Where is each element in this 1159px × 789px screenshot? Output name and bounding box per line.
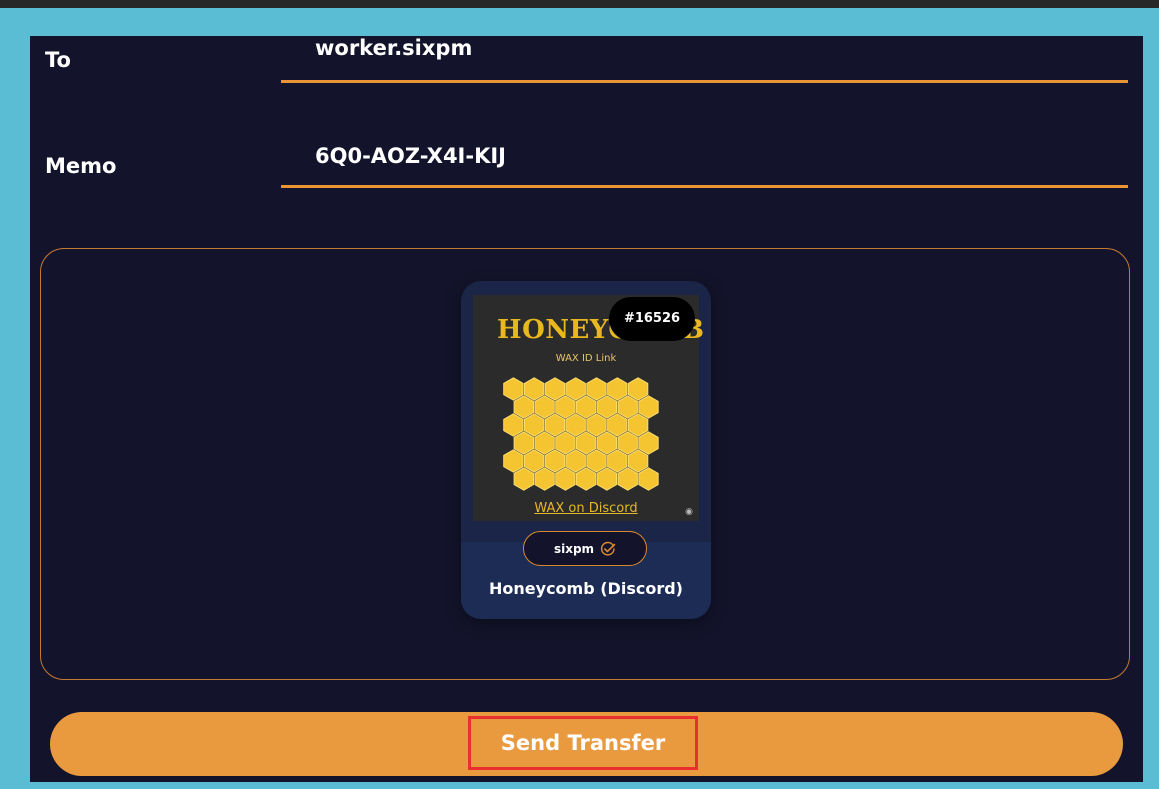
honeycomb-cell [524, 377, 545, 401]
honeycomb-cell [586, 449, 607, 473]
honeycomb-cell [534, 431, 555, 455]
honeycomb-cell [607, 413, 628, 437]
honeycomb-cell [565, 413, 586, 437]
honeycomb-cell [617, 395, 638, 419]
nft-image-link: WAX on Discord [534, 501, 638, 516]
honeycomb-cell [586, 413, 607, 437]
honeycomb-cell [534, 467, 555, 491]
honeycomb-cell [544, 449, 566, 473]
honeycomb-cell [617, 431, 638, 455]
wax-logo-icon: ◉ [685, 507, 693, 517]
honeycomb-cell [617, 467, 638, 491]
honeycomb-cell [596, 395, 618, 419]
to-input[interactable]: worker.sixpm [315, 36, 472, 60]
honeycomb-cell [544, 377, 566, 401]
honeycomb-cell [555, 395, 576, 419]
honeycomb-cell [524, 413, 545, 437]
honeycomb-cell [596, 467, 618, 491]
transfer-panel: To worker.sixpm Memo 6Q0-AOZ-X4I-KIJ HON… [30, 36, 1143, 782]
honeycomb-cell [575, 395, 597, 419]
honeycomb-cell [575, 467, 597, 491]
honeycomb-cell [513, 467, 534, 491]
memo-input[interactable]: 6Q0-AOZ-X4I-KIJ [315, 144, 506, 168]
verified-check-icon [600, 541, 616, 556]
honeycomb-cell [565, 377, 586, 401]
honeycomb-cell [524, 449, 545, 473]
honeycomb-cell [638, 395, 659, 419]
honeycomb-cell [627, 377, 649, 401]
honeycomb-cell [638, 467, 659, 491]
nft-name: Honeycomb (Discord) [489, 579, 683, 598]
honeycomb-cell [555, 467, 576, 491]
honeycomb-cell [555, 431, 576, 455]
window-frame: To worker.sixpm Memo 6Q0-AOZ-X4I-KIJ HON… [0, 8, 1159, 789]
memo-input-underline [281, 185, 1128, 188]
honeycomb-cell [596, 431, 618, 455]
honeycomb-cell [503, 413, 524, 437]
honeycomb-cell [503, 449, 524, 473]
honeycomb-cell [627, 449, 649, 473]
owner-name: sixpm [553, 541, 595, 556]
honeycomb-cell [607, 377, 628, 401]
asset-number-badge: #16526 [609, 297, 695, 341]
honeycomb-cell [638, 431, 659, 455]
memo-label: Memo [45, 154, 117, 178]
honeycomb-cell [513, 395, 534, 419]
honeycomb-cell [565, 449, 586, 473]
to-label: To [45, 48, 71, 72]
honeycomb-cell [627, 413, 649, 437]
honeycomb-cell [575, 431, 597, 455]
honeycomb-cell [534, 395, 555, 419]
honeycomb-cell [544, 413, 566, 437]
nft-card[interactable]: HONEYCOMB WAX ID Link WAX on Discord ◉ #… [461, 281, 711, 619]
honeycomb-cell [607, 449, 628, 473]
send-transfer-label[interactable]: Send Transfer [468, 716, 698, 770]
honeycomb-cell [586, 377, 607, 401]
to-input-underline [281, 80, 1128, 83]
honeycomb-cell [503, 377, 524, 401]
honeycomb-cell [513, 431, 534, 455]
owner-badge[interactable]: sixpm [523, 531, 647, 566]
